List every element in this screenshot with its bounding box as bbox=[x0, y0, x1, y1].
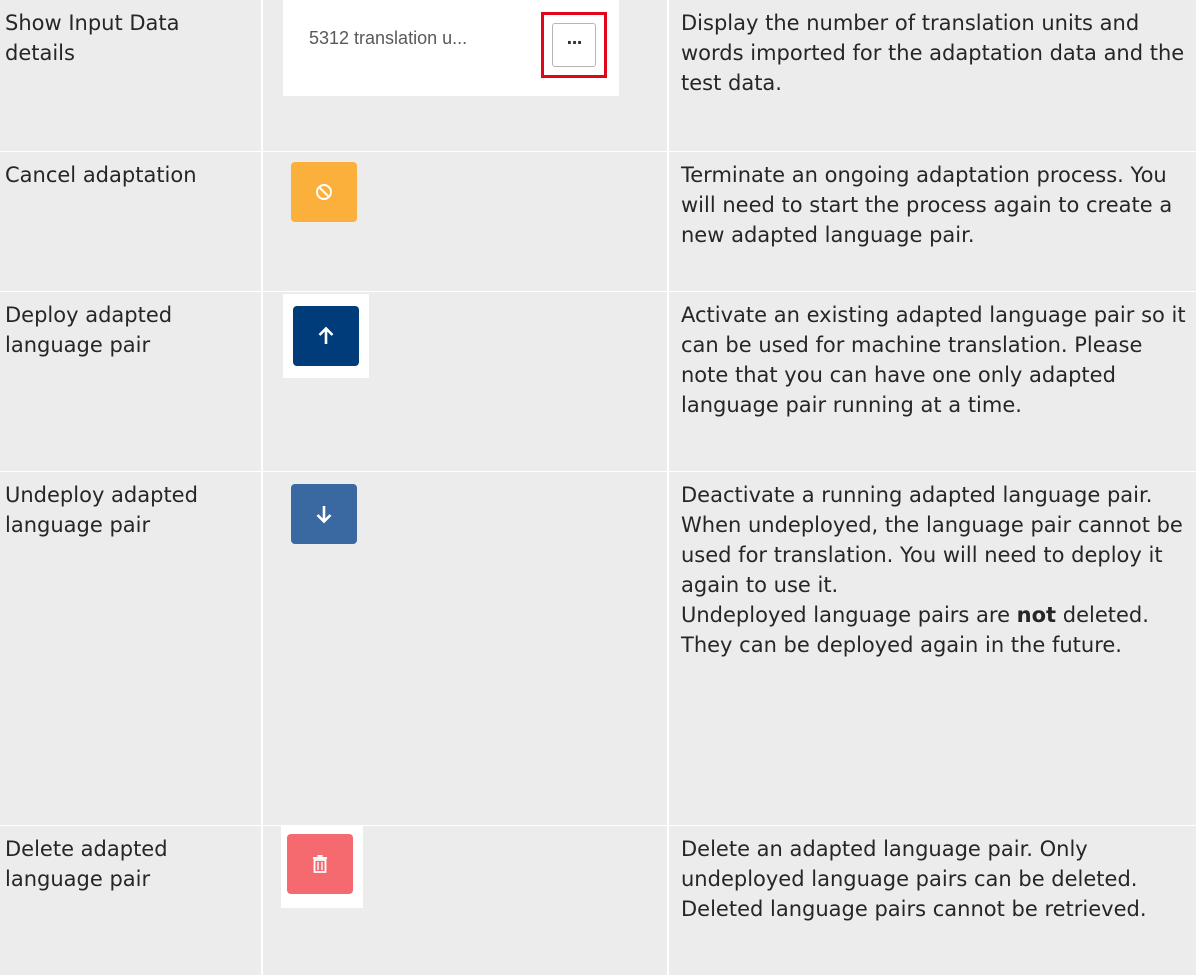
trash-icon bbox=[313, 855, 327, 873]
description-cell: Display the number of translation units … bbox=[669, 0, 1196, 151]
arrow-up-icon bbox=[318, 326, 334, 344]
description-text: Display the number of translation units … bbox=[681, 11, 1185, 95]
action-cell: Deploy adapted language pair bbox=[0, 292, 261, 471]
more-icon: ··· bbox=[566, 32, 582, 52]
action-label: Deploy adapted language pair bbox=[5, 303, 173, 357]
table-row-show-input-data: Show Input Data details 5312 translation… bbox=[0, 0, 1196, 152]
table-row-undeploy: Undeploy adapted language pair Deactivat… bbox=[0, 472, 1196, 826]
undeploy-button[interactable] bbox=[291, 484, 357, 544]
icon-cell bbox=[263, 472, 667, 825]
action-cell: Cancel adaptation bbox=[0, 152, 261, 291]
actions-table: Show Input Data details 5312 translation… bbox=[0, 0, 1196, 976]
description-text: Terminate an ongoing adaptation process.… bbox=[681, 163, 1173, 247]
icon-cell bbox=[263, 152, 667, 291]
description-text: Deactivate a running adapted language pa… bbox=[681, 483, 1183, 657]
action-label: Cancel adaptation bbox=[5, 163, 197, 187]
table-row-cancel-adaptation: Cancel adaptation Terminate an ongoing a… bbox=[0, 152, 1196, 292]
action-label: Show Input Data details bbox=[5, 11, 180, 65]
description-cell: Deactivate a running adapted language pa… bbox=[669, 472, 1196, 825]
cancel-adaptation-button[interactable] bbox=[291, 162, 357, 222]
action-cell: Delete adapted language pair bbox=[0, 826, 261, 975]
not-emphasis: not bbox=[1016, 603, 1057, 627]
description-text: Delete an adapted language pair. Only un… bbox=[681, 837, 1147, 921]
input-data-widget: 5312 translation u... ··· bbox=[283, 0, 619, 96]
action-cell: Undeploy adapted language pair bbox=[0, 472, 261, 825]
action-label: Undeploy adapted language pair bbox=[5, 483, 198, 537]
arrow-down-icon bbox=[316, 506, 332, 524]
icon-cell bbox=[263, 826, 667, 975]
icon-cell bbox=[263, 292, 667, 471]
highlight-frame: ··· bbox=[541, 12, 607, 78]
cancel-icon bbox=[316, 184, 332, 200]
table-row-deploy: Deploy adapted language pair Activate an… bbox=[0, 292, 1196, 472]
translation-units-summary: 5312 translation u... bbox=[309, 28, 468, 48]
description-cell: Terminate an ongoing adaptation process.… bbox=[669, 152, 1196, 291]
deploy-button[interactable] bbox=[293, 306, 359, 366]
action-label: Delete adapted language pair bbox=[5, 837, 168, 891]
description-cell: Delete an adapted language pair. Only un… bbox=[669, 826, 1196, 975]
description-text: Activate an existing adapted language pa… bbox=[681, 303, 1186, 417]
action-cell: Show Input Data details bbox=[0, 0, 261, 151]
description-cell: Activate an existing adapted language pa… bbox=[669, 292, 1196, 471]
delete-button[interactable] bbox=[287, 834, 353, 894]
table-row-delete: Delete adapted language pair Delete an a… bbox=[0, 826, 1196, 976]
show-details-button[interactable]: ··· bbox=[552, 23, 596, 67]
